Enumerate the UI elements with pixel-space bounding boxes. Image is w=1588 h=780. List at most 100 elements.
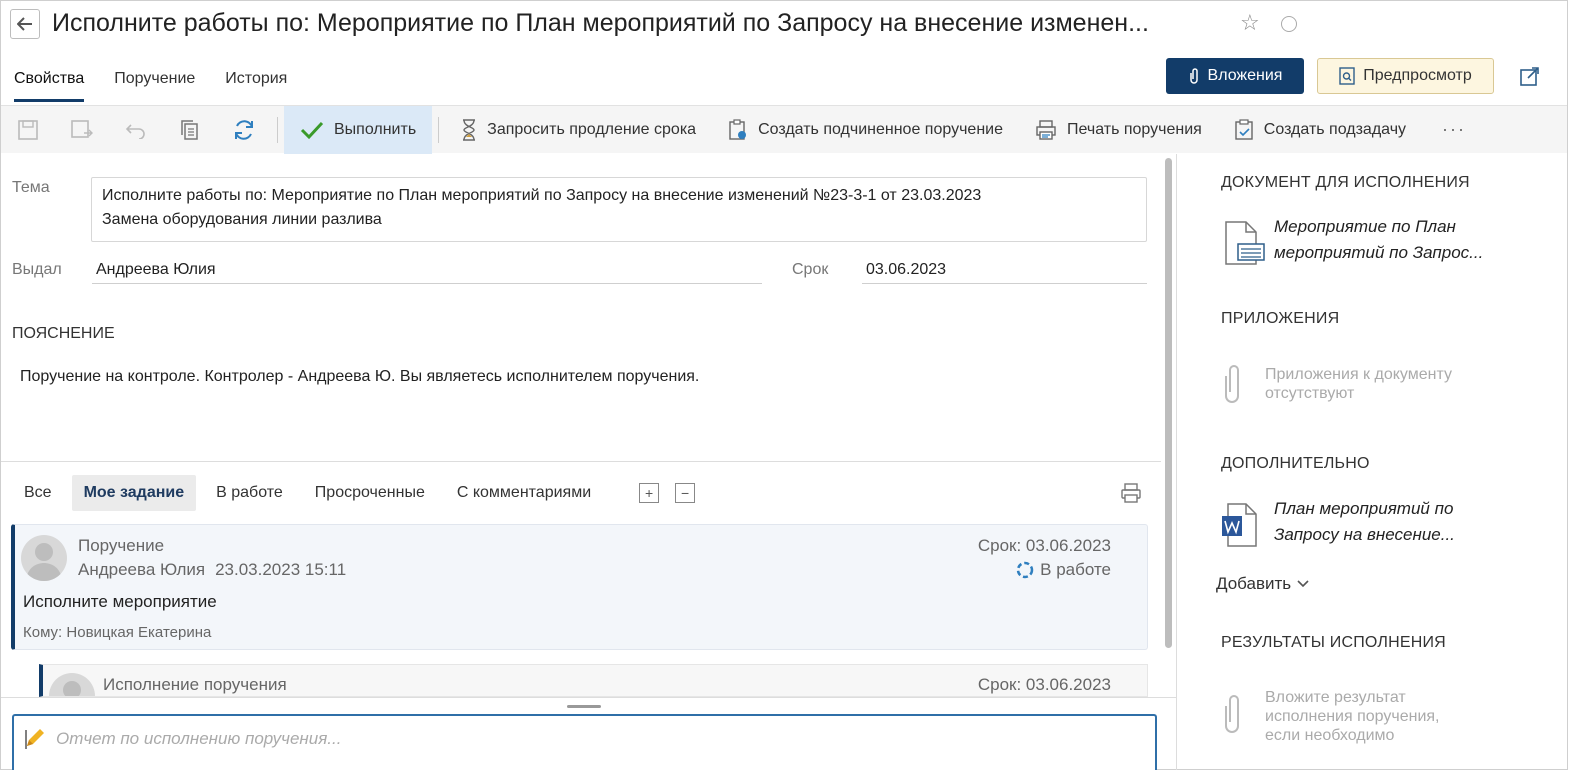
expand-all-icon[interactable]: + [639, 483, 660, 503]
toolbar-separator [438, 116, 440, 143]
page-title: Исполните работы по: Мероприятие по План… [52, 9, 1149, 37]
undo-icon[interactable] [109, 106, 163, 154]
create-subtask-button[interactable]: Создать подзадачу [1218, 106, 1422, 154]
task-status: В работе [1016, 560, 1111, 580]
filter-all[interactable]: Все [12, 475, 64, 511]
task-recipient: Кому: Новицкая Екатерина [23, 624, 212, 641]
doc-link[interactable]: Мероприятие по План мероприятий по Запро… [1274, 214, 1514, 266]
refresh-icon[interactable] [217, 106, 271, 154]
in-progress-icon [1016, 561, 1034, 579]
results-empty-line-2: исполнения поручения, [1265, 708, 1440, 725]
paperclip-icon [1225, 695, 1239, 733]
tab-bar: Свойства Поручение История [14, 66, 317, 102]
results-empty-line-1: Вложите результат [1265, 689, 1406, 706]
resize-handle[interactable] [567, 705, 601, 708]
document-icon [1225, 221, 1265, 265]
attachments-label: Вложения [1207, 67, 1283, 84]
paperclip-icon [1189, 68, 1198, 84]
toolbar: Выполнить Запросить продление срока Созд… [1, 105, 1567, 154]
task-type: Исполнение поручения [103, 675, 287, 694]
tab-assignment[interactable]: Поручение [114, 66, 195, 102]
avatar [21, 535, 67, 581]
execute-button[interactable]: Выполнить [284, 105, 433, 154]
preview-button[interactable]: Предпросмотр [1317, 58, 1494, 94]
explanation-header: ПОЯСНЕНИЕ [12, 325, 115, 342]
theme-label: Тема [12, 179, 50, 196]
attachments-header: ПРИЛОЖЕНИЯ [1221, 310, 1340, 327]
panel-divider [1176, 154, 1177, 770]
theme-line-1: Исполните работы по: Мероприятие по План… [102, 187, 982, 204]
create-subtask-label: Создать подзадачу [1263, 120, 1407, 138]
task-text: Исполните мероприятие [23, 592, 217, 611]
print-assignment-button[interactable]: Печать поручения [1019, 106, 1218, 154]
attachments-empty-line-1: Приложения к документу [1265, 366, 1452, 383]
tab-properties[interactable]: Свойства [14, 66, 85, 102]
issued-label: Выдал [12, 261, 62, 278]
copy-icon[interactable] [163, 106, 217, 154]
collapse-all-icon[interactable]: − [675, 483, 696, 503]
task-author-name: Андреева Юлия [78, 560, 206, 579]
issued-field[interactable]: Андреева Юлия [92, 261, 762, 284]
print-icon[interactable] [1120, 482, 1142, 509]
report-input[interactable] [54, 728, 1144, 750]
subtask-icon [1235, 118, 1253, 140]
additional-header: ДОПОЛНИТЕЛЬНО [1221, 455, 1370, 472]
attachments-empty-line-2: отсутствуют [1265, 385, 1355, 402]
add-label: Добавить [1216, 574, 1292, 593]
additional-line-1: План мероприятий по [1274, 499, 1454, 518]
task-card[interactable]: Исполнение поручения Срок: 03.06.2023 [39, 664, 1148, 697]
task-date: 23.03.2023 15:11 [215, 560, 347, 579]
arrow-left-icon [17, 17, 32, 31]
avatar [49, 673, 95, 696]
execute-label: Выполнить [334, 120, 417, 138]
paperclip-icon [1225, 365, 1239, 403]
results-header: РЕЗУЛЬТАТЫ ИСПОЛНЕНИЯ [1221, 634, 1446, 651]
tab-history[interactable]: История [225, 66, 287, 102]
star-icon[interactable]: ☆ [1240, 10, 1260, 36]
scrollbar[interactable] [1165, 158, 1172, 648]
add-button[interactable]: Добавить [1216, 574, 1309, 594]
theme-field[interactable]: Исполните работы по: Мероприятие по План… [91, 177, 1147, 242]
doc-line-1: Мероприятие по План [1274, 217, 1456, 236]
task-card[interactable]: Поручение Андреева Юлия 23.03.2023 15:11 … [11, 524, 1148, 650]
create-sub-assignment-label: Создать подчиненное поручение [758, 120, 1003, 138]
create-sub-assignment-button[interactable]: Создать подчиненное поручение [712, 106, 1019, 154]
split-divider [1, 697, 1176, 698]
doc-line-2: мероприятий по Запрос... [1274, 243, 1484, 262]
results-empty: Вложите результат исполнения поручения, … [1265, 688, 1505, 745]
filter-my-task[interactable]: Мое задание [71, 475, 197, 511]
additional-line-2: Запросу на внесение... [1274, 525, 1455, 544]
deadline-field[interactable]: 03.06.2023 [862, 261, 1147, 284]
explanation-text: Поручение на контроле. Контролер - Андре… [20, 368, 700, 385]
print-assignment-label: Печать поручения [1066, 120, 1202, 138]
deadline-label: Срок [792, 261, 829, 278]
checkmark-icon [300, 121, 324, 139]
task-type: Поручение [78, 536, 165, 555]
report-box[interactable] [12, 714, 1157, 770]
sub-assignment-icon [729, 118, 747, 140]
filter-with-comments[interactable]: С комментариями [445, 475, 603, 511]
pencil-icon [25, 729, 44, 749]
additional-link[interactable]: План мероприятий по Запросу на внесение.… [1274, 496, 1514, 548]
word-document-icon [1222, 503, 1257, 547]
open-external-icon[interactable] [1519, 65, 1541, 92]
save-icon[interactable] [1, 106, 55, 154]
theme-line-2: Замена оборудования линии разлива [102, 211, 382, 228]
attachments-empty: Приложения к документу отсутствуют [1265, 365, 1505, 403]
back-button[interactable] [10, 9, 40, 39]
chevron-down-icon [1297, 580, 1309, 588]
section-divider [1, 461, 1161, 462]
preview-label: Предпросмотр [1363, 67, 1472, 84]
status-circle-icon[interactable] [1281, 16, 1297, 32]
preview-icon [1339, 67, 1355, 85]
task-author: Андреева Юлия 23.03.2023 15:11 [78, 560, 346, 580]
save-and-close-icon[interactable] [55, 106, 109, 154]
request-extension-button[interactable]: Запросить продление срока [445, 106, 712, 154]
more-actions-button[interactable]: ··· [1422, 119, 1486, 140]
hourglass-icon [463, 118, 476, 141]
attachments-button[interactable]: Вложения [1166, 58, 1304, 94]
print-icon [1036, 119, 1056, 140]
filter-overdue[interactable]: Просроченные [303, 475, 437, 511]
filter-in-progress[interactable]: В работе [204, 475, 295, 511]
doc-header: ДОКУМЕНТ ДЛЯ ИСПОЛНЕНИЯ [1221, 174, 1470, 191]
